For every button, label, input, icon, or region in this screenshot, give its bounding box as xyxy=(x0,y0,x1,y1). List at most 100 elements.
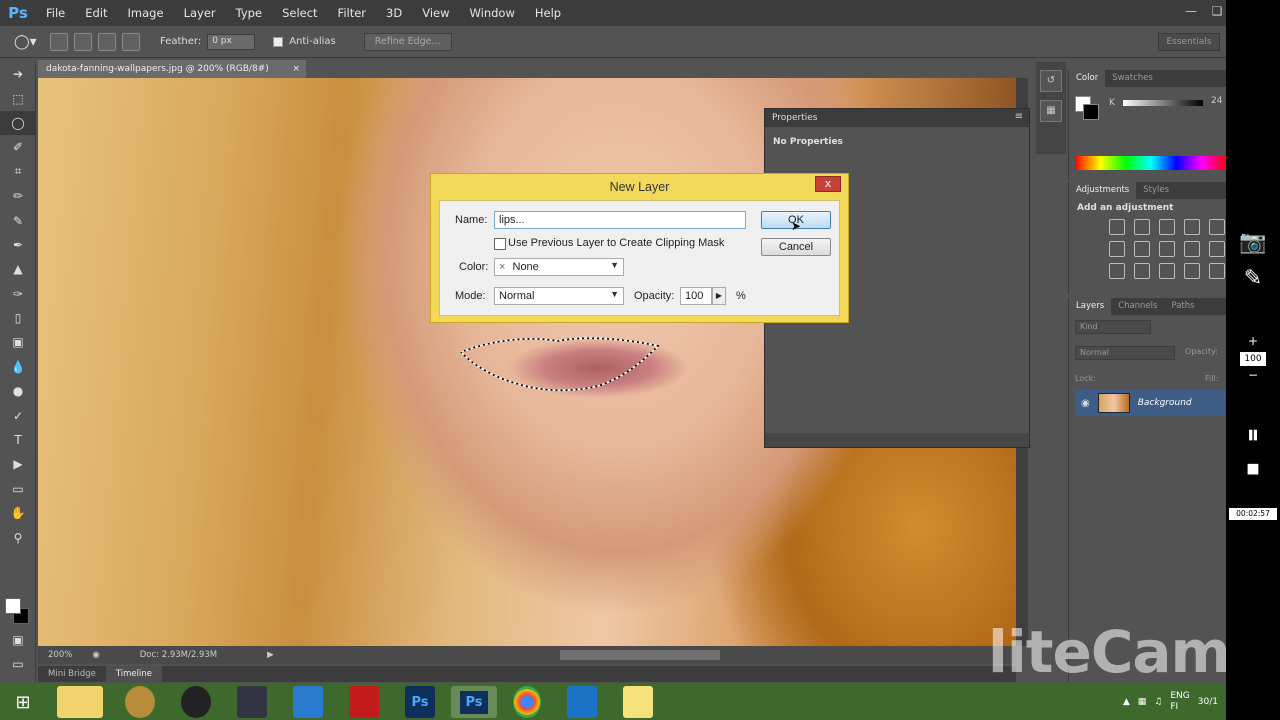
language-indicator[interactable]: ENG FI xyxy=(1170,691,1189,713)
photo-filter-icon[interactable] xyxy=(1184,241,1200,257)
refine-edge-button[interactable]: Refine Edge... xyxy=(363,32,452,51)
visibility-eye-icon[interactable]: ◉ xyxy=(1081,398,1090,409)
menu-layer[interactable]: Layer xyxy=(174,0,226,26)
dialog-close-button[interactable]: x xyxy=(815,176,841,192)
subtract-selection-icon[interactable] xyxy=(98,32,116,51)
color-spectrum[interactable] xyxy=(1075,156,1227,170)
webcam-app-icon[interactable] xyxy=(181,686,211,718)
power-app-icon[interactable] xyxy=(349,686,379,718)
file-explorer-icon[interactable] xyxy=(57,686,103,718)
menu-select[interactable]: Select xyxy=(272,0,327,26)
feather-input[interactable]: 0 px xyxy=(207,33,256,50)
color-select[interactable]: × None ▼ xyxy=(494,258,624,276)
tab-timeline[interactable]: Timeline xyxy=(105,666,163,682)
levels-icon[interactable] xyxy=(1134,219,1150,235)
menu-window[interactable]: Window xyxy=(460,0,525,26)
foreground-color-swatch[interactable] xyxy=(5,598,21,614)
eyedropper-tool-icon[interactable]: ✏ xyxy=(0,184,36,208)
brightness-contrast-icon[interactable] xyxy=(1109,219,1125,235)
layer-name-input[interactable]: lips... xyxy=(494,211,746,229)
clock-date[interactable]: 30/1 xyxy=(1198,697,1218,707)
opacity-slider-arrow-icon[interactable]: ▶ xyxy=(712,287,726,305)
opacity-input[interactable]: 100 xyxy=(680,287,712,305)
tray-arrow-icon[interactable]: ▲ xyxy=(1123,697,1130,707)
new-selection-icon[interactable] xyxy=(50,32,68,51)
quick-selection-tool-icon[interactable]: ✐ xyxy=(0,135,36,159)
vibrance-icon[interactable] xyxy=(1209,219,1225,235)
menu-image[interactable]: Image xyxy=(118,0,174,26)
layer-name[interactable]: Background xyxy=(1138,398,1192,408)
type-tool-icon[interactable]: T xyxy=(0,428,36,452)
crop-tool-icon[interactable]: ⌗ xyxy=(0,160,36,184)
sticky-notes-icon[interactable] xyxy=(623,686,653,718)
menu-type[interactable]: Type xyxy=(226,0,272,26)
windows-start-icon[interactable]: ⊞ xyxy=(0,684,46,720)
properties-panel-icon[interactable]: ▦ xyxy=(1040,100,1062,122)
selective-color-icon[interactable] xyxy=(1209,263,1225,279)
menu-view[interactable]: View xyxy=(412,0,459,26)
invert-icon[interactable] xyxy=(1109,263,1125,279)
pause-icon[interactable]: ⏸ xyxy=(1226,420,1280,451)
tab-swatches[interactable]: Swatches xyxy=(1105,70,1160,87)
lasso-tool-icon[interactable]: ◯ xyxy=(0,110,36,136)
antialias-checkbox[interactable] xyxy=(273,36,284,47)
workspace-switcher[interactable]: Essentials xyxy=(1158,33,1220,51)
tab-paths[interactable]: Paths xyxy=(1164,298,1201,315)
zoom-tool-icon[interactable]: ⚲ xyxy=(0,525,36,549)
intersect-selection-icon[interactable] xyxy=(122,32,140,51)
remote-desktop-icon[interactable] xyxy=(567,686,597,718)
blend-mode-select[interactable]: Normal xyxy=(1075,346,1175,360)
tab-adjustments[interactable]: Adjustments xyxy=(1069,182,1137,199)
tab-mini-bridge[interactable]: Mini Bridge xyxy=(38,666,106,682)
dodge-tool-icon[interactable]: ● xyxy=(0,379,36,403)
pen-tool-icon[interactable]: ✓ xyxy=(0,403,36,427)
channel-mixer-icon[interactable] xyxy=(1209,241,1225,257)
menu-3d[interactable]: 3D xyxy=(376,0,412,26)
photoshop-taskbar-icon-active[interactable]: Ps xyxy=(451,686,497,718)
hue-saturation-icon[interactable] xyxy=(1109,241,1125,257)
menu-file[interactable]: File xyxy=(36,0,75,26)
clone-stamp-tool-icon[interactable]: ▲ xyxy=(0,257,36,281)
marquee-tool-icon[interactable]: ⬚ xyxy=(0,86,36,110)
gradient-tool-icon[interactable]: ▣ xyxy=(0,330,36,354)
quick-mask-icon[interactable]: ▣ xyxy=(0,628,36,652)
black-white-icon[interactable] xyxy=(1159,241,1175,257)
menu-edit[interactable]: Edit xyxy=(75,0,117,26)
add-selection-icon[interactable] xyxy=(74,32,92,51)
blur-tool-icon[interactable]: 💧 xyxy=(0,355,36,379)
lasso-tool-preset-icon[interactable]: ◯▾ xyxy=(14,34,44,50)
tab-layers[interactable]: Layers xyxy=(1069,298,1112,315)
mode-select[interactable]: Normal ▼ xyxy=(494,287,624,305)
k-slider[interactable] xyxy=(1123,100,1203,106)
gradient-map-icon[interactable] xyxy=(1184,263,1200,279)
minimize-icon[interactable]: — xyxy=(1178,0,1204,22)
panel-menu-icon[interactable]: ≡ xyxy=(1015,111,1023,122)
layer-kind-filter[interactable]: Kind xyxy=(1075,320,1151,334)
plus-icon[interactable]: + xyxy=(1226,334,1280,348)
screen-mode-icon[interactable]: ▭ xyxy=(0,652,36,676)
chrome-icon[interactable] xyxy=(513,686,541,718)
document-tab[interactable]: dakota-fanning-wallpapers.jpg @ 200% (RG… xyxy=(38,60,306,78)
media-app-icon[interactable] xyxy=(125,686,155,718)
layer-row-background[interactable]: ◉ Background xyxy=(1075,390,1227,416)
clipping-mask-checkbox[interactable] xyxy=(494,238,506,250)
horizontal-scrollbar[interactable] xyxy=(560,650,720,660)
video-app-icon[interactable] xyxy=(237,686,267,718)
photoshop-taskbar-icon[interactable]: Ps xyxy=(405,686,435,718)
eraser-tool-icon[interactable]: ▯ xyxy=(0,306,36,330)
store-app-icon[interactable] xyxy=(293,686,323,718)
close-tab-icon[interactable]: × xyxy=(292,60,300,78)
zoom-level[interactable]: 200% xyxy=(48,650,72,660)
status-menu-icon[interactable]: ◉ xyxy=(92,650,99,660)
history-brush-tool-icon[interactable]: ✑ xyxy=(0,282,36,306)
network-icon[interactable]: ▦ xyxy=(1138,697,1147,707)
exposure-icon[interactable] xyxy=(1184,219,1200,235)
path-selection-tool-icon[interactable]: ▶ xyxy=(0,452,36,476)
rectangle-tool-icon[interactable]: ▭ xyxy=(0,477,36,501)
menu-filter[interactable]: Filter xyxy=(328,0,376,26)
cancel-button[interactable]: Cancel xyxy=(761,238,831,256)
tab-color[interactable]: Color xyxy=(1069,70,1106,87)
tab-styles[interactable]: Styles xyxy=(1136,182,1176,199)
history-panel-icon[interactable]: ↺ xyxy=(1040,70,1062,92)
camera-icon[interactable]: 📷 xyxy=(1226,230,1280,255)
